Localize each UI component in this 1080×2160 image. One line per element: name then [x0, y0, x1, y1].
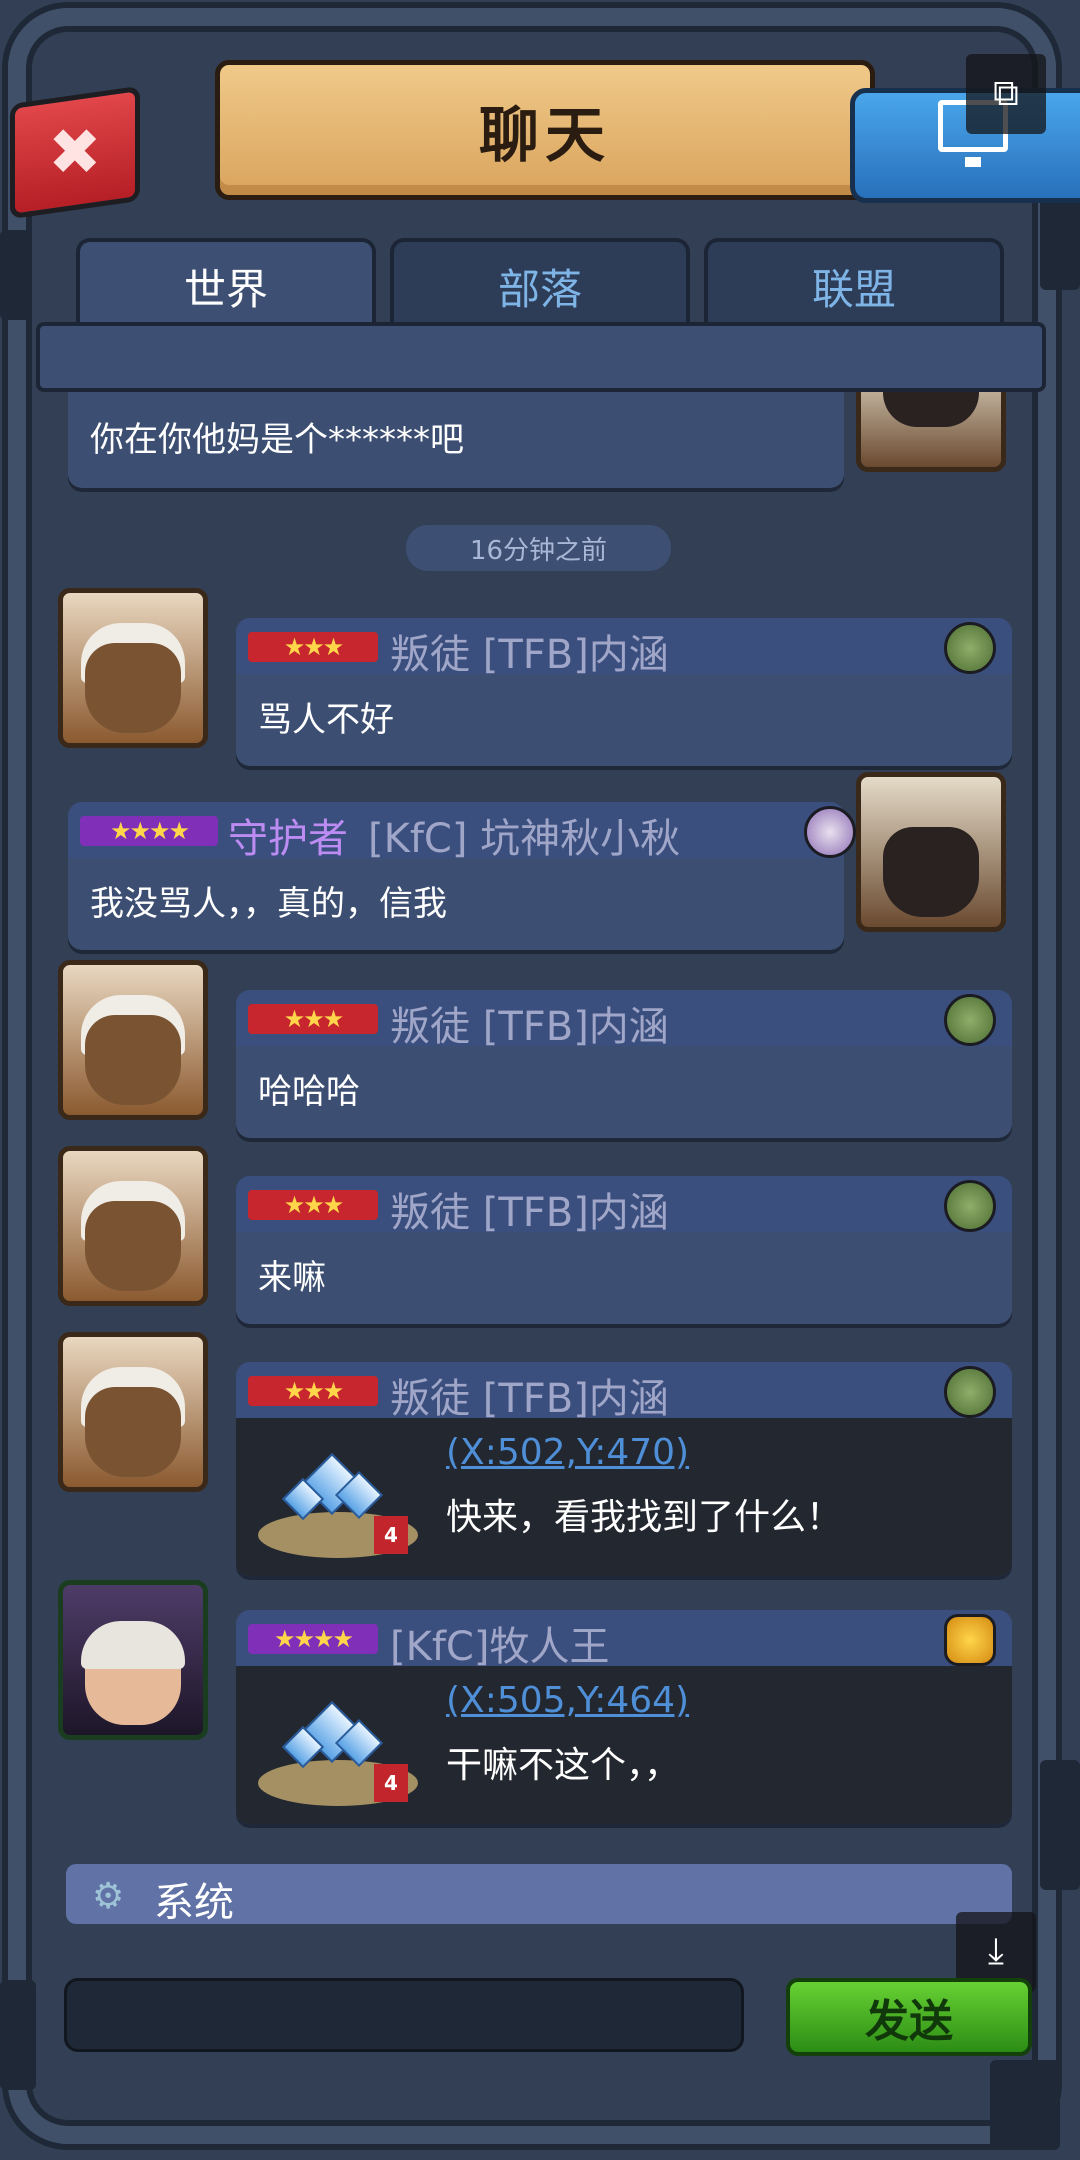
chat-list[interactable]: 你在你他妈是个******吧 16分钟之前 ★★★ 叛徒 [TFB]内涵 骂人不… — [36, 392, 1046, 1922]
rank-badge: ★★★ — [248, 1190, 378, 1220]
message-input[interactable] — [64, 1978, 744, 2052]
message-text: 哈哈哈 — [258, 1072, 360, 1112]
send-button[interactable]: 发送 — [786, 1978, 1032, 2056]
system-channel-bar[interactable]: ⚙ 系统 — [66, 1864, 1012, 1926]
frame-rock — [0, 230, 30, 320]
list-item: ★★★ 叛徒 [TFB]内涵 哈哈哈 — [236, 990, 1012, 1138]
message-text: 我没骂人，，真的，信我 — [90, 884, 447, 924]
player-name[interactable]: [KfC] 坑神秋小秋 — [368, 806, 680, 864]
crystal-mine-icon[interactable]: 4 — [258, 1448, 418, 1558]
level-flag: 4 — [374, 1516, 408, 1554]
tab-world[interactable]: 世界 — [76, 238, 376, 330]
page-title: 聊天 — [479, 100, 611, 171]
close-icon: ✖ — [48, 115, 102, 190]
message-text: 骂人不好 — [258, 700, 394, 740]
rank-badge: ★★★ — [248, 632, 378, 662]
avatar[interactable] — [58, 588, 208, 748]
player-name[interactable]: 叛徒 [TFB]内涵 — [390, 622, 669, 680]
player-title: 守护者 — [228, 816, 348, 862]
tab-alliance[interactable]: 联盟 — [704, 238, 1004, 330]
rank-badge: ★★★ — [248, 1376, 378, 1406]
list-item: ★★★ 叛徒 [TFB]内涵 来嘛 — [236, 1176, 1012, 1324]
coordinate-link[interactable]: (X:505,Y:464) — [446, 1680, 689, 1721]
message-text: 你在你他妈是个******吧 — [90, 420, 464, 460]
tab-tribe[interactable]: 部落 — [390, 238, 690, 330]
rank-badge: ★★★★ — [80, 816, 218, 846]
timestamp: 16分钟之前 — [406, 525, 671, 571]
avatar[interactable] — [856, 772, 1006, 932]
frame-rock — [990, 2060, 1060, 2150]
list-item: ★★★★ 守护者 [KfC] 坑神秋小秋 我没骂人，，真的，信我 — [68, 802, 856, 950]
guardian-badge-icon — [804, 806, 856, 858]
player-name[interactable]: [KfC]牧人王 — [390, 1614, 609, 1672]
coordinate-link[interactable]: (X:502,Y:470) — [446, 1432, 689, 1473]
orc-badge-icon — [944, 622, 996, 674]
title-banner: 聊天 — [215, 60, 875, 200]
player-name[interactable]: 叛徒 [TFB]内涵 — [390, 1180, 669, 1238]
avatar[interactable] — [58, 1580, 208, 1740]
rank-badge: ★★★ — [248, 1004, 378, 1034]
window-toggle-button[interactable]: ⧉ — [966, 54, 1046, 134]
player-name[interactable]: 叛徒 [TFB]内涵 — [390, 994, 669, 1052]
list-item: ★★★ 叛徒 [TFB]内涵 骂人不好 — [236, 618, 1012, 766]
message-text: 快来，看我找到了什么！ — [446, 1497, 843, 1538]
list-item: ★★★ 叛徒 [TFB]内涵 4 (X:502,Y:470) 快来，看我找到了什… — [236, 1362, 1012, 1576]
gold-badge-icon — [944, 1614, 996, 1666]
list-item: 你在你他妈是个******吧 — [68, 392, 844, 488]
rank-badge: ★★★★ — [248, 1624, 378, 1654]
frame-rock — [0, 1980, 36, 2090]
avatar[interactable] — [58, 1146, 208, 1306]
gear-icon: ⚙ — [92, 1876, 125, 1917]
avatar[interactable] — [58, 1332, 208, 1492]
orc-badge-icon — [944, 994, 996, 1046]
player-name[interactable]: 叛徒 [TFB]内涵 — [390, 1366, 669, 1424]
system-label: 系统 — [154, 1880, 234, 1926]
level-flag: 4 — [374, 1764, 408, 1802]
avatar[interactable] — [856, 392, 1006, 472]
orc-badge-icon — [944, 1180, 996, 1232]
avatar[interactable] — [58, 960, 208, 1120]
frame-rock — [1040, 1760, 1080, 1890]
crystal-mine-icon[interactable]: 4 — [258, 1696, 418, 1806]
message-text: 来嘛 — [258, 1258, 326, 1298]
close-button[interactable]: ✖ — [10, 85, 140, 220]
list-item: ★★★★ [KfC]牧人王 4 (X:505,Y:464) 干嘛不这个，， — [236, 1610, 1012, 1824]
message-text: 干嘛不这个，， — [446, 1745, 681, 1786]
hair — [81, 1621, 185, 1669]
orc-badge-icon — [944, 1366, 996, 1418]
tab-bar — [36, 322, 1046, 392]
